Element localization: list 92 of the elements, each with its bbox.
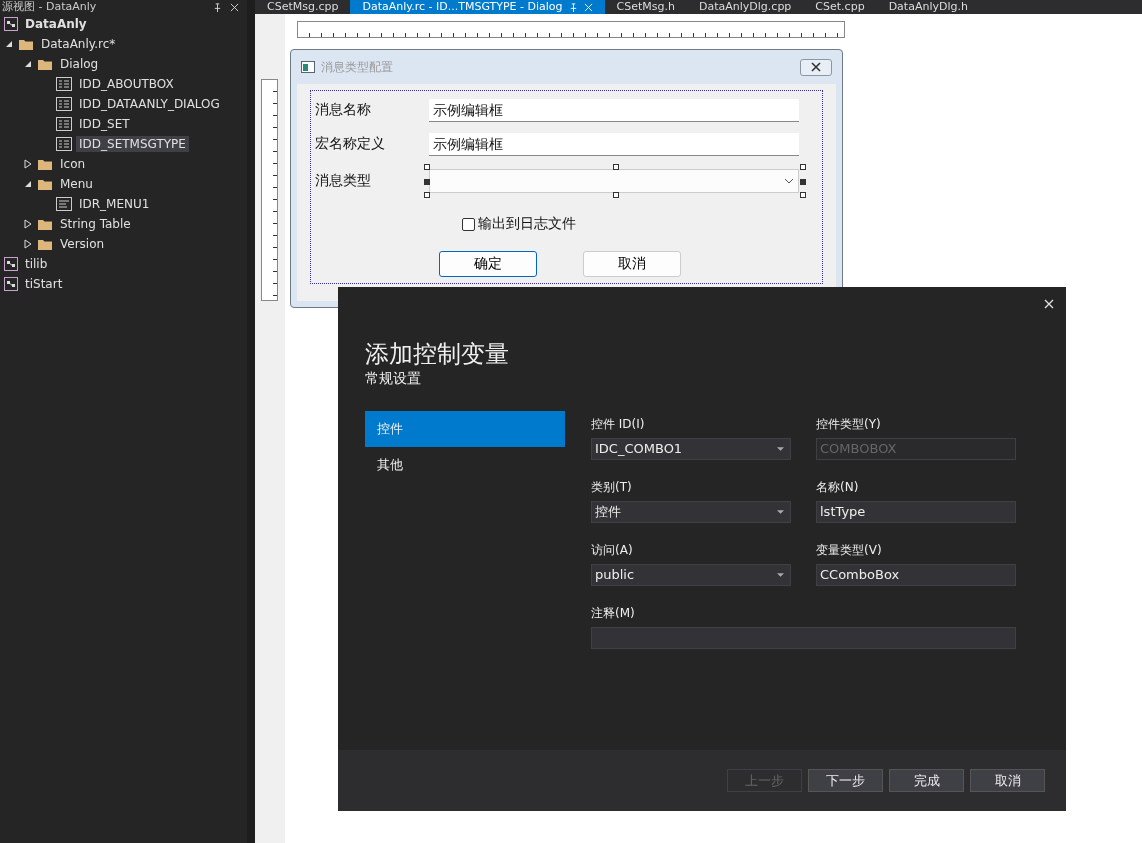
editor-tab[interactable]: CSet.cpp [803,0,877,14]
dropdown-arrow-icon [777,510,784,514]
footer-button[interactable]: 完成 [889,769,964,792]
tree-item[interactable]: DataAnly [22,16,90,32]
collapsed-arrow-icon[interactable] [24,219,32,229]
footer-button[interactable]: 下一步 [808,769,883,792]
field-label: 控件 ID(I) [591,416,646,433]
chevron-down-icon [784,178,794,184]
expanded-arrow-icon[interactable] [24,180,32,188]
pin-icon[interactable] [213,2,222,12]
project-icon [4,257,18,271]
folder-icon [37,217,53,231]
dialog-resource-icon [56,117,72,131]
tree-item[interactable]: Icon [57,156,89,172]
resize-handle[interactable] [613,192,619,198]
collapsed-arrow-icon[interactable] [24,159,32,169]
checkbox[interactable] [461,217,475,231]
tree-item[interactable]: IDD_SETMSGTYPE [76,136,189,152]
tree-item[interactable]: tiStart [22,276,66,292]
edit-box[interactable]: 示例编辑框 [429,132,799,156]
field-label: 消息类型 [315,172,372,190]
dialog-title: 消息类型配置 [321,58,394,76]
expanded-arrow-icon[interactable] [5,40,13,48]
tree-item[interactable]: String Table [57,216,134,232]
close-icon [583,2,593,12]
editor-tab[interactable]: DataAnlyDlg.h [876,0,980,14]
pin-icon [568,2,578,12]
input-field: COMBOBOX [816,438,1016,460]
cancel-button[interactable]: 取消 [583,251,681,277]
dropdown[interactable]: public [591,564,791,586]
panel-title: 源视图 - DataAnly [2,0,98,14]
tree-item[interactable]: IDD_DATAANLY_DIALOG [76,96,223,112]
tree-item[interactable]: tilib [22,256,51,272]
input-field[interactable] [591,627,1016,649]
resize-handle[interactable] [800,164,806,170]
field-label: 类别(T) [591,479,633,496]
field-label: 注释(M) [591,605,636,622]
window-icon [301,61,315,73]
expanded-arrow-icon[interactable] [24,60,32,68]
field-label: 控件类型(Y) [816,416,882,433]
tree-item[interactable]: Menu [57,176,96,192]
tree-item[interactable]: IDR_MENU1 [76,196,153,212]
folder-icon [37,157,53,171]
dropdown-arrow-icon [777,447,784,451]
dropdown[interactable]: 控件 [591,501,791,523]
tree-item[interactable]: Dialog [57,56,102,72]
folder-icon [18,37,34,51]
wizard-subtitle: 常规设置 [365,369,422,387]
editor-tab[interactable]: DataAnly.rc - ID...TMSGTYPE - Dialog [350,0,605,14]
editor-tab[interactable]: DataAnlyDlg.cpp [687,0,804,14]
collapsed-arrow-icon[interactable] [24,239,32,249]
edit-box[interactable]: 示例编辑框 [429,98,799,122]
project-icon [4,17,18,31]
tree-item[interactable]: DataAnly.rc* [38,36,119,52]
menu-resource-icon [56,197,72,211]
close-icon [811,62,821,72]
dialog-resource-icon [56,137,72,151]
checkbox-label: 输出到日志文件 [477,215,576,233]
ok-button[interactable]: 确定 [439,251,537,277]
input-field[interactable]: lstType [816,501,1016,523]
close-icon[interactable] [1044,299,1054,309]
nav-item[interactable]: 其他 [365,447,565,483]
field-label: 宏名称定义 [315,135,386,153]
resize-handle[interactable] [424,192,430,198]
resize-handle[interactable] [424,164,430,170]
dialog-resource-icon [56,97,72,111]
field-label: 访问(A) [591,542,634,559]
tree-item[interactable]: Version [57,236,108,252]
resize-handle[interactable] [424,179,430,185]
nav-item[interactable]: 控件 [365,411,565,447]
field-label: 消息名称 [315,101,372,119]
folder-icon [37,237,53,251]
footer-button[interactable]: 取消 [970,769,1045,792]
resize-handle[interactable] [800,192,806,198]
folder-icon [37,177,53,191]
tree-item[interactable]: IDD_ABOUTBOX [76,76,177,92]
tree-item[interactable]: IDD_SET [76,116,133,132]
dropdown-arrow-icon [777,573,784,577]
resize-handle[interactable] [613,164,619,170]
close-icon[interactable] [230,2,239,12]
field-label: 名称(N) [816,479,860,496]
wizard-title: 添加控制变量 [365,339,510,369]
folder-icon [37,57,53,71]
input-field[interactable]: CComboBox [816,564,1016,586]
dialog-resource-icon [56,77,72,91]
field-label: 变量类型(V) [816,542,883,559]
editor-tab[interactable]: CSetMsg.cpp [255,0,351,14]
close-button[interactable] [800,58,832,76]
dropdown[interactable]: IDC_COMBO1 [591,438,791,460]
resize-handle[interactable] [800,179,806,185]
editor-tab[interactable]: CSetMsg.h [604,0,687,14]
project-icon [4,277,18,291]
